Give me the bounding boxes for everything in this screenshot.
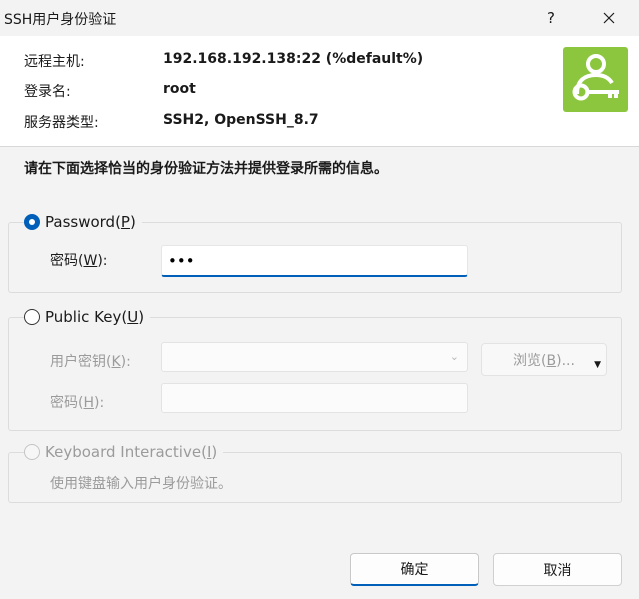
passphrase-field[interactable] (161, 383, 468, 413)
host-label: 远程主机: (24, 54, 85, 70)
cancel-button[interactable]: 取消 (493, 553, 622, 586)
password-radio[interactable] (24, 214, 40, 230)
user-key-label: 用户密钥(K): (50, 354, 131, 370)
connection-info-panel: 远程主机: 192.168.192.138:22 (%default%) 登录名… (0, 36, 639, 146)
user-key-select[interactable]: ⌄ (161, 342, 468, 372)
keyboard-interactive-description: 使用键盘输入用户身份验证。 (50, 476, 232, 492)
passphrase-label: 密码(H): (50, 395, 105, 411)
keyboard-interactive-label: Keyboard Interactive(I) (45, 443, 218, 461)
window-title: SSH用户身份验证 (4, 12, 117, 28)
login-label: 登录名: (24, 84, 71, 100)
help-button[interactable]: ? (528, 0, 574, 36)
chevron-down-icon: ⌄ (449, 350, 459, 363)
instruction-text: 请在下面选择恰当的身份验证方法并提供登录所需的信息。 (24, 161, 388, 177)
login-value: root (163, 81, 196, 97)
password-option[interactable]: Password(P) (24, 213, 142, 231)
keyboard-interactive-radio[interactable] (24, 444, 40, 460)
password-option-label: Password(P) (45, 213, 136, 231)
server-label: 服务器类型: (24, 115, 99, 131)
header-divider (0, 146, 639, 147)
browse-label: 浏览(B)... (513, 352, 575, 369)
public-key-option[interactable]: Public Key(U) (24, 308, 151, 326)
keyboard-interactive-option[interactable]: Keyboard Interactive(I) (24, 443, 224, 461)
title-bar: SSH用户身份验证 ? (0, 0, 639, 36)
public-key-radio[interactable] (24, 309, 40, 325)
browse-button[interactable]: 浏览(B)... ▼ (481, 343, 607, 376)
user-key-icon (563, 47, 628, 112)
password-field[interactable] (161, 245, 468, 277)
dropdown-arrow-icon: ▼ (594, 360, 601, 370)
close-button[interactable] (586, 0, 632, 36)
host-value: 192.168.192.138:22 (%default%) (163, 51, 424, 67)
password-field-label: 密码(W): (50, 253, 108, 269)
close-icon (603, 12, 615, 24)
public-key-option-label: Public Key(U) (45, 308, 145, 326)
server-value: SSH2, OpenSSH_8.7 (163, 112, 319, 128)
ok-button[interactable]: 确定 (350, 553, 479, 586)
